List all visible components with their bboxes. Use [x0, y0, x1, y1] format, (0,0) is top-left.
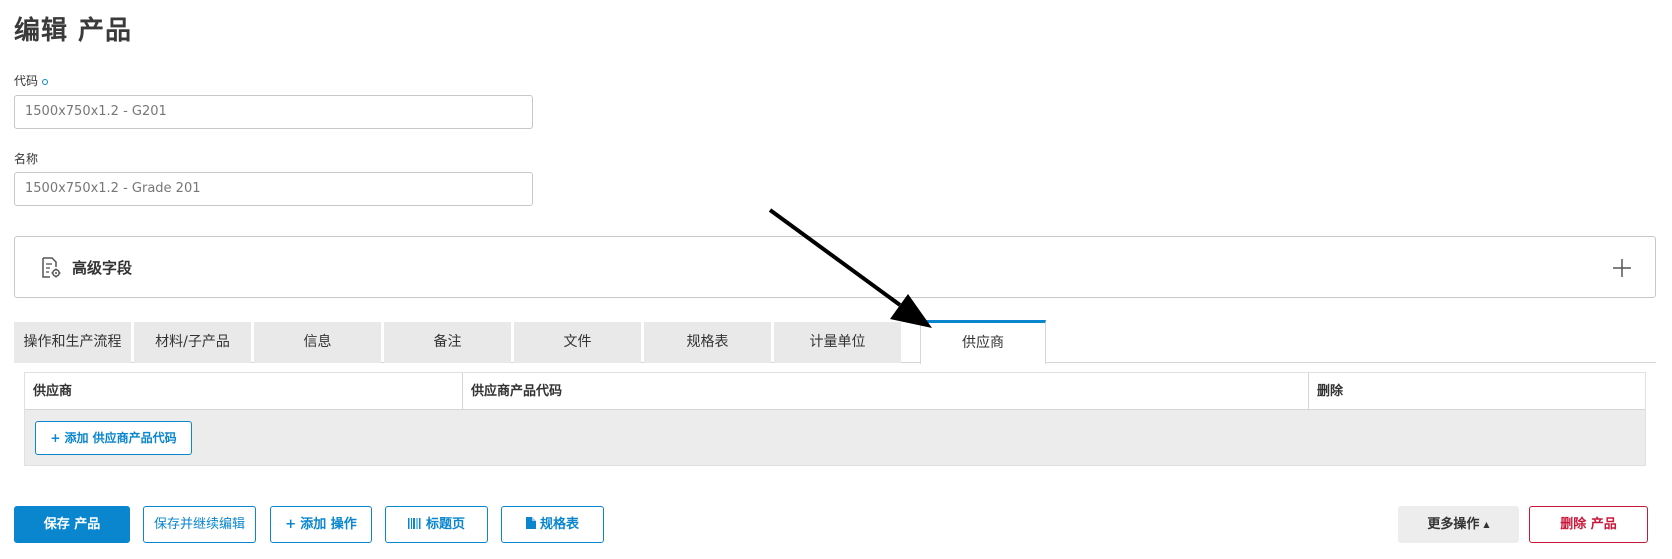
title-page-button[interactable]: 标题页 — [385, 506, 488, 543]
add-supplier-code-label: 添加 供应商产品代码 — [64, 431, 177, 445]
advanced-fields-panel[interactable]: 高级字段 — [14, 236, 1656, 298]
tab-files[interactable]: 文件 — [514, 322, 641, 363]
name-label: 名称 — [14, 152, 39, 166]
tab-info[interactable]: 信息 — [254, 322, 381, 363]
table-header: 供应商 供应商产品代码 删除 — [25, 373, 1645, 410]
column-header-delete: 删除 — [1317, 384, 1344, 399]
tab-operations[interactable]: 操作和生产流程 — [14, 322, 131, 363]
delete-product-button[interactable]: 删除 产品 — [1529, 506, 1648, 543]
supplier-table: 供应商 供应商产品代码 删除 + 添加 供应商产品代码 — [24, 372, 1646, 466]
spec-sheet-button[interactable]: 规格表 — [501, 506, 604, 543]
required-dot-icon — [42, 78, 49, 85]
title-page-label: 标题页 — [425, 517, 465, 532]
tab-suppliers[interactable]: 供应商 — [920, 320, 1046, 364]
advanced-fields-label: 高级字段 — [72, 259, 133, 277]
code-input[interactable]: 1500x750x1.2 - G201 — [14, 95, 533, 129]
plus-icon: + — [50, 431, 61, 445]
barcode-icon — [407, 518, 421, 529]
tab-units[interactable]: 计量单位 — [774, 322, 901, 363]
caret-up-icon: ▲ — [1483, 520, 1490, 529]
tab-materials[interactable]: 材料/子产品 — [134, 322, 251, 363]
tab-notes[interactable]: 备注 — [384, 322, 511, 363]
document-gear-icon — [42, 257, 61, 278]
more-actions-button[interactable]: 更多操作 ▲ — [1398, 506, 1519, 543]
add-operation-label: 添加 操作 — [300, 517, 357, 532]
file-icon — [525, 517, 536, 529]
plus-icon: + — [285, 517, 297, 532]
add-supplier-code-button[interactable]: + 添加 供应商产品代码 — [35, 421, 192, 455]
code-label-text: 代码 — [14, 74, 39, 88]
expand-plus-icon[interactable] — [1607, 253, 1637, 283]
more-actions-label: 更多操作 — [1427, 517, 1480, 532]
add-operation-button[interactable]: + 添加 操作 — [270, 506, 372, 543]
name-input[interactable]: 1500x750x1.2 - Grade 201 — [14, 172, 533, 206]
tab-spec-sheet[interactable]: 规格表 — [644, 322, 771, 363]
save-product-button[interactable]: 保存 产品 — [14, 506, 130, 543]
page-title: 编辑 产品 — [14, 16, 133, 46]
tab-bar: 操作和生产流程 材料/子产品 信息 备注 文件 规格表 计量单位 供应商 — [14, 320, 1656, 364]
spec-sheet-label: 规格表 — [539, 517, 579, 532]
column-header-supplier-code: 供应商产品代码 — [463, 373, 1309, 410]
column-header-supplier: 供应商 — [25, 373, 463, 410]
save-and-continue-button[interactable]: 保存并继续编辑 — [143, 506, 256, 543]
code-label: 代码 — [14, 72, 49, 89]
